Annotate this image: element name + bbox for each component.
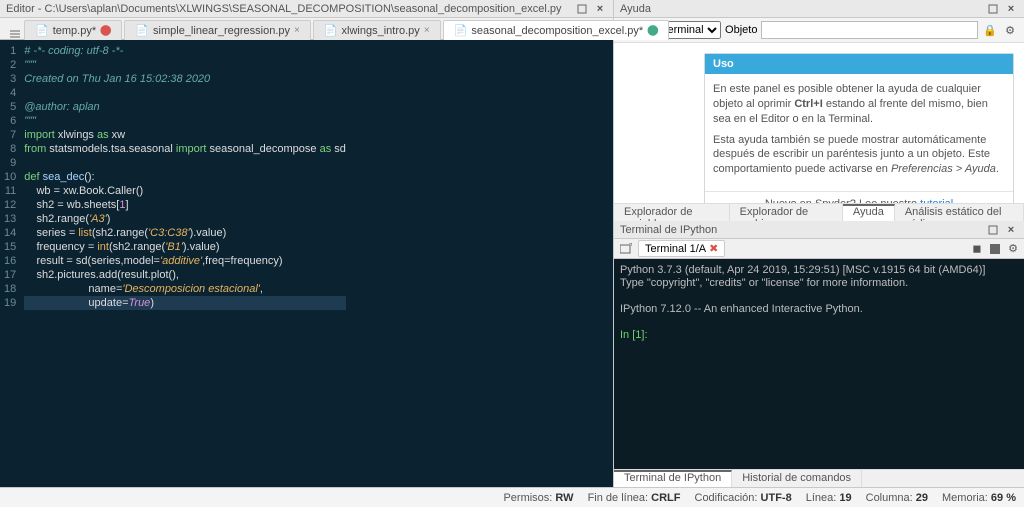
gear-icon[interactable]: ⚙: [1006, 242, 1020, 256]
main-split: Editor - C:\Users\aplan\Documents\XLWING…: [0, 0, 1024, 487]
tab-list-icon[interactable]: [6, 29, 24, 39]
close-tab-icon[interactable]: ×: [424, 25, 430, 36]
editor-tab-label: temp.py*: [53, 25, 96, 37]
editor-tab[interactable]: 📄simple_linear_regression.py×: [124, 20, 311, 40]
sub-tab[interactable]: Análisis estático del código: [895, 204, 1024, 221]
ipython-title-text: Terminal de IPython: [620, 224, 717, 236]
status-eol: Fin de línea: CRLF: [588, 492, 681, 504]
status-permissions: Permisos: RW: [503, 492, 573, 504]
editor-pane-title: Editor - C:\Users\aplan\Documents\XLWING…: [0, 0, 613, 18]
close-pane-icon[interactable]: ×: [593, 2, 607, 16]
close-tab-icon[interactable]: ×: [294, 25, 300, 36]
object-input[interactable]: [761, 21, 978, 39]
help-sub-tabs: Explorador de variables Explorador de ar…: [614, 203, 1024, 221]
terminal-output[interactable]: Python 3.7.3 (default, Apr 24 2019, 15:2…: [614, 259, 1024, 469]
editor-title-text: Editor - C:\Users\aplan\Documents\XLWING…: [6, 3, 562, 15]
new-terminal-icon[interactable]: [618, 241, 634, 257]
terminal-tab[interactable]: Terminal 1/A✖: [638, 240, 725, 257]
status-column: Columna: 29: [866, 492, 928, 504]
close-pane-icon[interactable]: ×: [1004, 223, 1018, 237]
stop-icon[interactable]: [988, 242, 1002, 256]
close-pane-icon[interactable]: ×: [1004, 2, 1018, 16]
close-terminal-icon[interactable]: ✖: [709, 242, 718, 255]
code-editor[interactable]: 12345678910111213141516171819 # -*- codi…: [0, 40, 613, 487]
undock-icon[interactable]: [986, 223, 1000, 237]
lock-icon[interactable]: 🔒: [982, 22, 998, 38]
editor-tab-label: xlwings_intro.py: [342, 25, 420, 37]
usage-card: Uso En este panel es posible obtener la …: [704, 53, 1014, 203]
terminal-text: Python 3.7.3 (default, Apr 24 2019, 15:2…: [620, 264, 985, 315]
terminal-wrap: Terminal 1/A✖ ◼ ⚙ Python 3.7.3 (default,…: [614, 239, 1024, 487]
gear-icon[interactable]: ⚙: [1002, 22, 1018, 38]
right-column: Ayuda × Origen Terminal Objeto 🔒 ⚙ Uso: [614, 0, 1024, 487]
ipython-bottom-tabs: Terminal de IPython Historial de comando…: [614, 469, 1024, 487]
line-gutter: 12345678910111213141516171819: [0, 40, 22, 487]
object-label: Objeto: [725, 24, 757, 36]
status-encoding: Codificación: UTF-8: [695, 492, 792, 504]
editor-tab[interactable]: 📄xlwings_intro.py×: [313, 20, 441, 40]
editor-pane: Editor - C:\Users\aplan\Documents\XLWING…: [0, 0, 614, 487]
close-tab-icon[interactable]: ⬤: [647, 25, 658, 36]
usage-paragraph: Esta ayuda también se puede mostrar auto…: [713, 133, 1005, 178]
sub-tab[interactable]: Terminal de IPython: [614, 470, 732, 487]
usage-header: Uso: [705, 54, 1013, 74]
sub-tab[interactable]: Explorador de archivos: [730, 204, 843, 221]
status-line: Línea: 19: [806, 492, 852, 504]
help-title-text: Ayuda: [620, 3, 651, 15]
sub-tab[interactable]: Explorador de variables: [614, 204, 730, 221]
usage-paragraph: En este panel es posible obtener la ayud…: [713, 82, 1005, 127]
help-pane-title: Ayuda ×: [614, 0, 1024, 18]
editor-tab[interactable]: 📄temp.py*⬤: [24, 20, 122, 40]
help-toolbar: Origen Terminal Objeto 🔒 ⚙: [614, 18, 1024, 43]
app-root: Editor - C:\Users\aplan\Documents\XLWING…: [0, 0, 1024, 507]
status-bar: Permisos: RW Fin de línea: CRLF Codifica…: [0, 487, 1024, 507]
code-area[interactable]: # -*- coding: utf-8 -*-"""Created on Thu…: [22, 40, 346, 487]
editor-tab-label: simple_linear_regression.py: [153, 25, 290, 37]
terminal-prompt: In [1]:: [620, 329, 651, 341]
terminal-tab-label: Terminal 1/A: [645, 243, 706, 255]
undock-icon[interactable]: [986, 2, 1000, 16]
editor-tab-label: seasonal_decomposition_excel.py*: [471, 25, 643, 37]
help-body: Uso En este panel es posible obtener la …: [614, 43, 1024, 203]
undock-icon[interactable]: [575, 2, 589, 16]
status-memory: Memoria: 69 %: [942, 492, 1016, 504]
ipython-pane-title: Terminal de IPython ×: [614, 221, 1024, 239]
interrupt-icon[interactable]: ◼: [970, 242, 984, 256]
terminal-tabbar: Terminal 1/A✖ ◼ ⚙: [614, 239, 1024, 259]
editor-tab[interactable]: 📄seasonal_decomposition_excel.py*⬤: [443, 20, 670, 40]
sub-tab[interactable]: Historial de comandos: [732, 470, 862, 487]
sub-tab[interactable]: Ayuda: [843, 204, 895, 221]
close-tab-icon[interactable]: ⬤: [100, 25, 111, 36]
usage-footer: Nuevo en Spyder? Lee nuestro tutorial: [705, 191, 1013, 203]
editor-tabs: 📄temp.py*⬤ 📄simple_linear_regression.py×…: [0, 18, 613, 40]
